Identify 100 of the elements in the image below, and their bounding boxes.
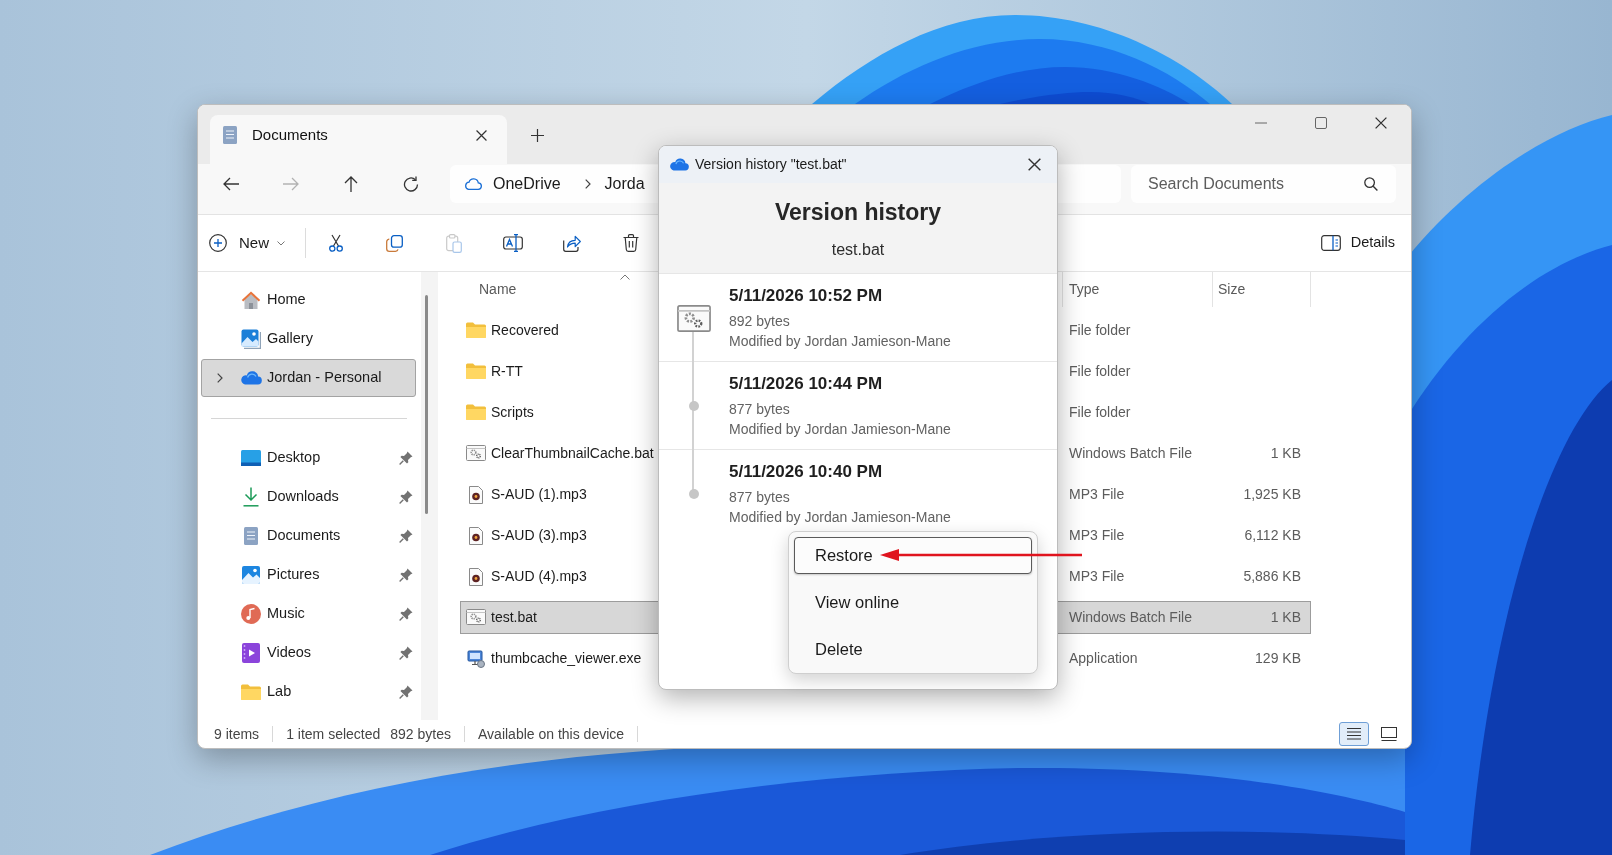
pin-icon[interactable] <box>399 490 413 504</box>
file-name: Scripts <box>491 404 534 421</box>
menu-item[interactable]: View online <box>794 584 1032 621</box>
column-header[interactable]: Type <box>1062 272 1212 307</box>
home-icon <box>241 290 261 310</box>
pin-icon[interactable] <box>399 568 413 582</box>
file-name: S-AUD (1).mp3 <box>491 486 587 503</box>
file-size: 1 KB <box>1270 609 1301 626</box>
file-name: R-TT <box>491 363 523 380</box>
file-row-highlight[interactable] <box>1058 601 1311 634</box>
gear-file-icon <box>466 445 486 462</box>
audio-file-icon <box>469 526 483 545</box>
breadcrumb-item[interactable]: Jorda <box>604 173 645 194</box>
status-text: Available on this device <box>478 725 625 743</box>
file-size: 892 bytes <box>729 312 791 331</box>
file-size: 877 bytes <box>729 488 791 507</box>
file-row-highlight[interactable] <box>460 601 658 634</box>
pin-icon[interactable] <box>399 685 413 699</box>
pin-icon[interactable] <box>399 529 413 543</box>
pin-icon[interactable] <box>399 646 413 660</box>
close-icon[interactable] <box>476 129 487 141</box>
scissors-icon[interactable] <box>328 234 343 252</box>
copy-icon[interactable] <box>386 234 403 252</box>
file-name: S-AUD (3).mp3 <box>491 527 587 544</box>
back-arrow-icon[interactable] <box>223 176 239 191</box>
tab[interactable]: Documents <box>210 115 507 164</box>
chevron-down-icon <box>277 240 285 246</box>
trash-icon[interactable] <box>622 234 639 252</box>
rename-icon[interactable] <box>502 234 523 252</box>
file-name: Recovered <box>491 322 559 339</box>
status-text: 1 item selected <box>286 725 381 743</box>
version-date: 5/11/2026 10:52 PM <box>729 285 884 307</box>
download-icon <box>243 487 259 507</box>
file-type: File folder <box>1069 322 1131 339</box>
status-text: 9 items <box>214 725 260 743</box>
cloud-icon <box>464 177 482 190</box>
details-view-button[interactable] <box>1339 722 1369 746</box>
tile-view-icon <box>1381 727 1397 741</box>
new-button[interactable]: New <box>209 226 293 260</box>
file-size: 129 KB <box>1255 650 1301 667</box>
file-type: Application <box>1069 650 1138 667</box>
menu-item[interactable]: Restore <box>794 537 1032 574</box>
file-size: 1,925 KB <box>1243 486 1301 503</box>
breadcrumb-item[interactable]: OneDrive <box>493 173 561 194</box>
pin-icon[interactable] <box>399 451 413 465</box>
document-icon <box>244 527 258 545</box>
audio-file-icon <box>469 567 483 586</box>
column-header[interactable]: Name <box>460 272 658 307</box>
sidebar-item[interactable]: Desktop <box>201 439 416 477</box>
document-icon <box>223 126 237 144</box>
sidebar-item[interactable]: Jordan - Personal <box>201 359 416 397</box>
sidebar-item[interactable]: Music <box>201 595 416 633</box>
search-field[interactable]: Search Documents <box>1131 164 1396 203</box>
sidebar-item[interactable]: Gallery <box>201 320 416 358</box>
search-icon <box>1364 176 1378 191</box>
file-size: 6,112 KB <box>1244 527 1301 544</box>
file-name: test.bat <box>830 240 886 260</box>
file-type: Windows Batch File <box>1069 445 1192 462</box>
file-name: S-AUD (4).mp3 <box>491 568 587 585</box>
file-type: File folder <box>1069 363 1131 380</box>
details-button[interactable]: Details <box>1314 228 1395 258</box>
menu-item[interactable]: Delete <box>794 631 1032 668</box>
version-date: 5/11/2026 10:40 PM <box>729 461 884 483</box>
maximize-icon[interactable] <box>1315 117 1327 129</box>
column-header[interactable]: Size <box>1212 272 1311 307</box>
video-icon <box>242 643 260 663</box>
pictures-icon <box>242 566 260 584</box>
music-icon <box>241 604 261 624</box>
sidebar-item[interactable]: Pictures <box>201 556 416 594</box>
file-type: MP3 File <box>1069 486 1125 503</box>
modified-by: Modified by Jordan Jamieson-Mane <box>729 332 951 351</box>
details-pane-icon <box>1320 235 1341 251</box>
refresh-icon[interactable] <box>403 175 419 192</box>
chevron-right-icon[interactable] <box>217 373 223 383</box>
sidebar-item[interactable]: Videos <box>201 634 416 672</box>
sidebar-item[interactable]: Home <box>201 281 416 319</box>
dialog-heading: Version history <box>773 198 943 227</box>
pin-icon[interactable] <box>399 607 413 621</box>
share-icon[interactable] <box>562 234 581 252</box>
chevron-right-icon[interactable] <box>584 178 591 189</box>
file-type: MP3 File <box>1069 527 1125 544</box>
sidebar-item[interactable]: Downloads <box>201 478 416 516</box>
folder-icon <box>241 684 261 700</box>
sidebar-item[interactable]: Lab <box>201 673 416 711</box>
file-size: 1 KB <box>1270 445 1301 462</box>
file-name: test.bat <box>491 609 537 626</box>
program-icon <box>467 649 485 668</box>
scrollbar-thumb[interactable] <box>425 295 428 514</box>
close-icon[interactable] <box>1375 117 1387 129</box>
file-name: thumbcache_viewer.exe <box>491 650 642 667</box>
plus-icon[interactable] <box>531 129 544 142</box>
up-arrow-icon[interactable] <box>344 175 358 192</box>
close-icon[interactable] <box>1028 158 1041 171</box>
folder-icon <box>466 322 486 339</box>
cloud-icon <box>669 158 689 171</box>
modified-by: Modified by Jordan Jamieson-Mane <box>729 508 951 527</box>
file-type: Windows Batch File <box>1069 609 1192 626</box>
sidebar-item[interactable]: Documents <box>201 517 416 555</box>
dialog-title: Version history "test.bat" <box>695 156 847 173</box>
folder-icon <box>466 404 486 421</box>
